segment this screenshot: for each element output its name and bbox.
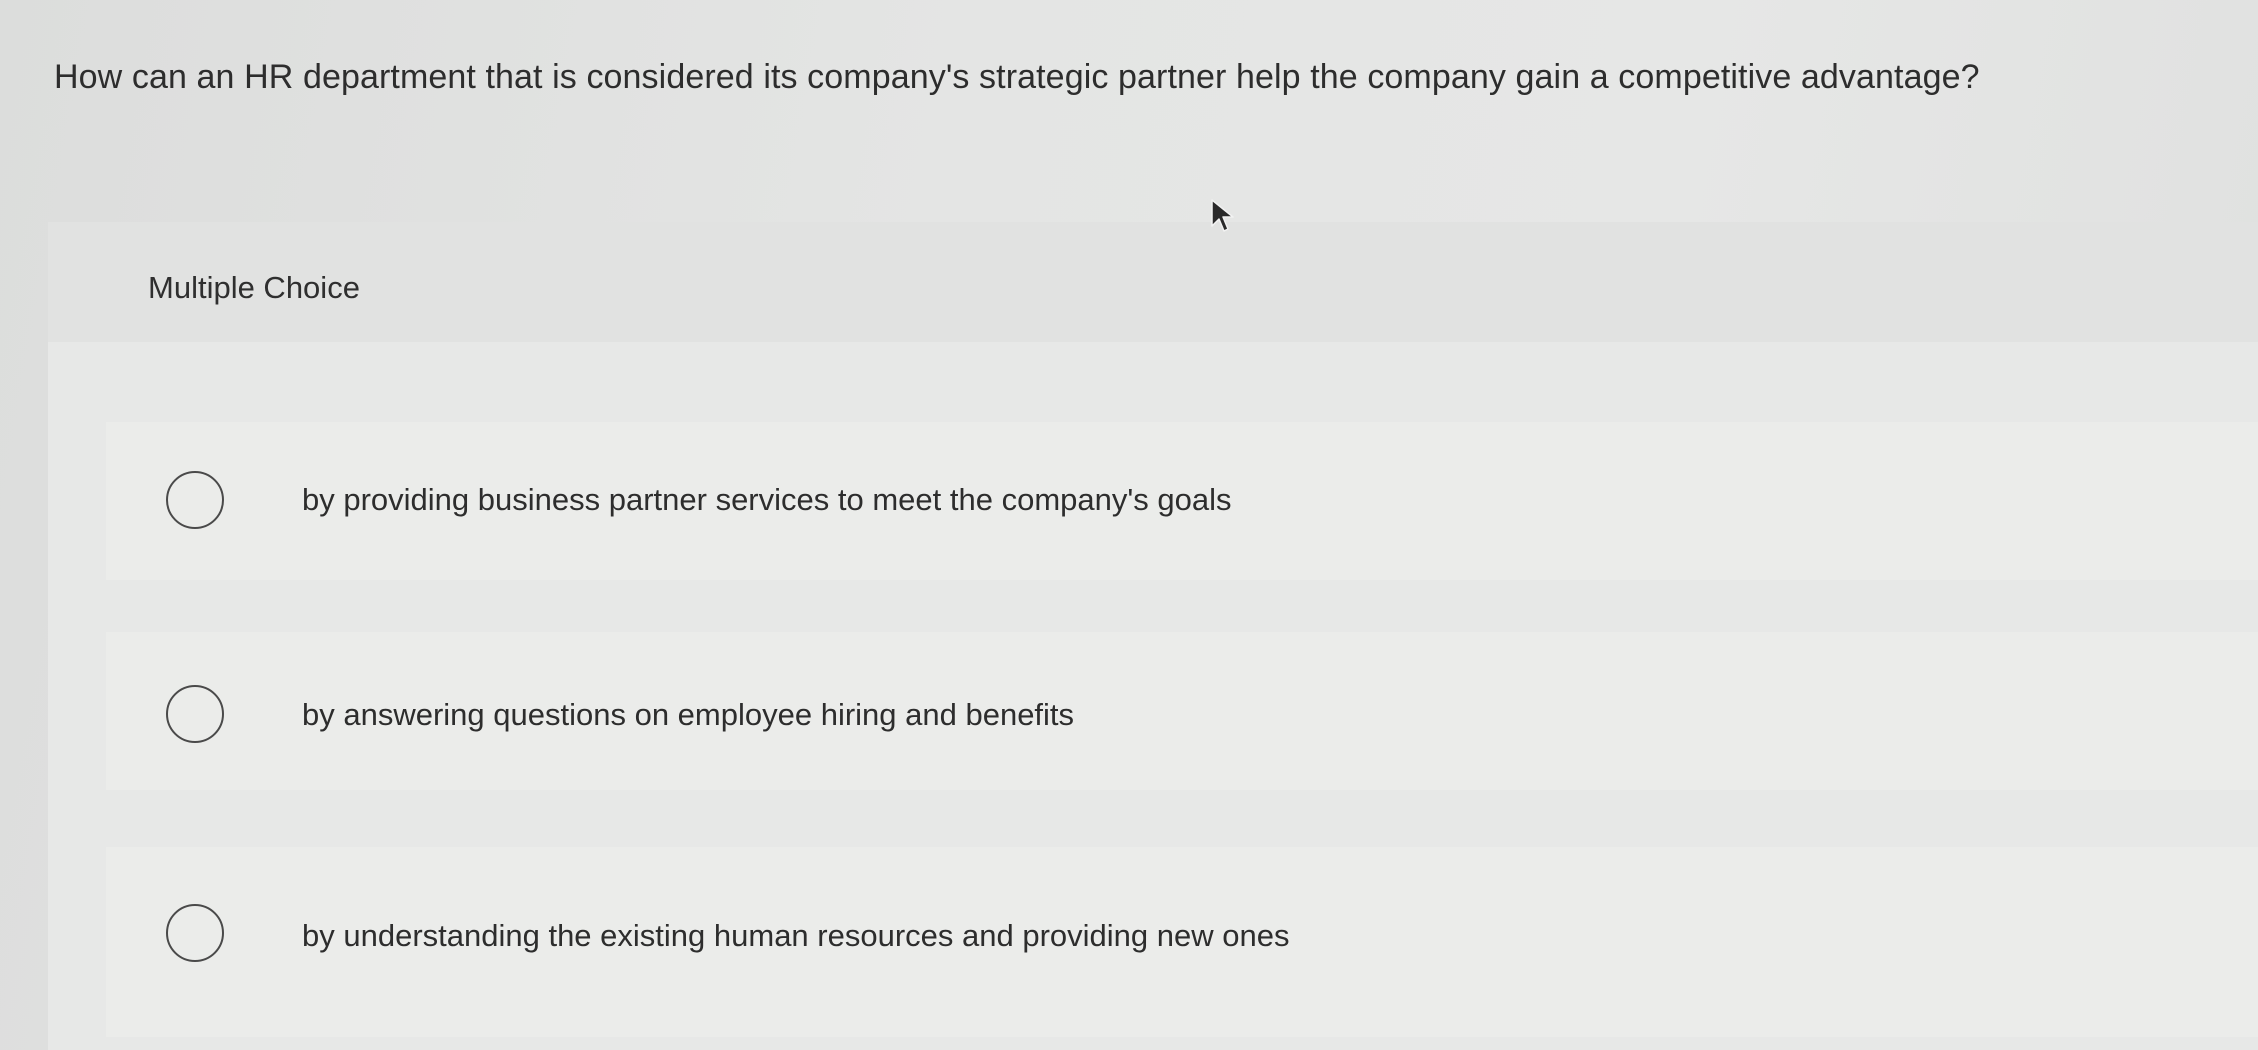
panel-header: Multiple Choice [48,222,2258,342]
question-text: How can an HR department that is conside… [54,58,1980,96]
mouse-cursor-icon [1211,199,1234,232]
question-type-label: Multiple Choice [148,270,360,305]
answer-option-2[interactable]: by answering questions on employee hirin… [106,632,2258,790]
radio-button-icon[interactable] [166,471,224,529]
answer-option-label: by understanding the existing human reso… [302,918,1290,953]
answer-option-label: by providing business partner services t… [302,482,1232,517]
answer-option-1[interactable]: by providing business partner services t… [106,422,2258,580]
radio-button-icon[interactable] [166,904,224,962]
radio-button-icon[interactable] [166,685,224,743]
answer-option-label: by answering questions on employee hirin… [302,697,1075,732]
quiz-page: How can an HR department that is conside… [0,0,2258,1050]
answer-option-3[interactable]: by understanding the existing human reso… [106,847,2258,1037]
answer-panel: Multiple Choice by providing business pa… [48,222,2258,1050]
